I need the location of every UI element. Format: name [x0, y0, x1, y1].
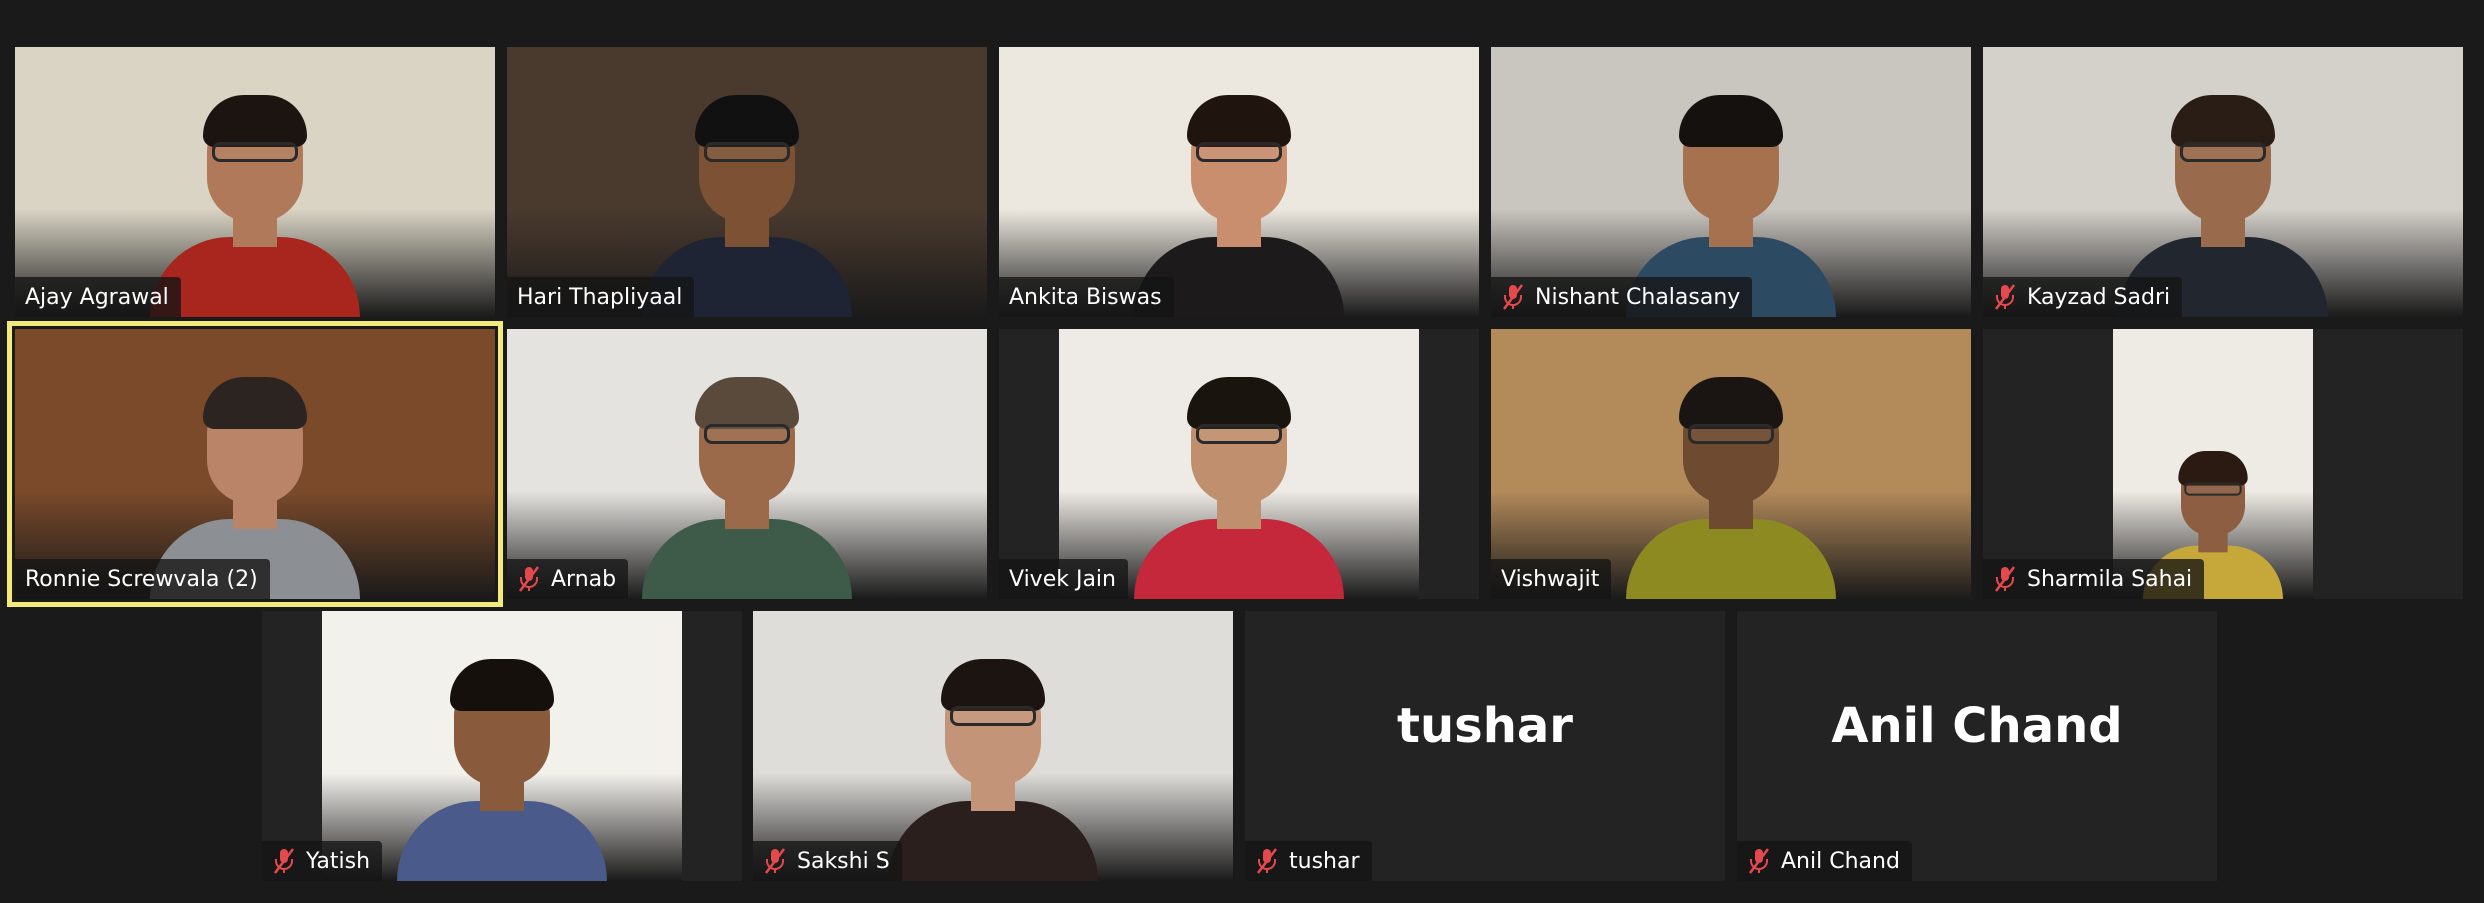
video-off-display-name: tushar — [1397, 698, 1573, 754]
participant-name: Vivek Jain — [1009, 566, 1116, 592]
glasses — [704, 142, 790, 162]
participant-nameplate: Kayzad Sadri — [1983, 277, 2183, 317]
participant-nameplate: Arnab — [507, 559, 629, 599]
participant-name: Ronnie Screwvala (2) — [25, 566, 258, 592]
participant-tile-sakshi-s[interactable]: Sakshi S — [753, 611, 1233, 881]
participant-tile-ajay-agrawal[interactable]: Ajay Agrawal — [15, 47, 495, 317]
participant-name: Ankita Biswas — [1009, 284, 1162, 310]
participant-name: Nishant Chalasany — [1535, 284, 1741, 310]
participant-nameplate: tushar — [1245, 841, 1372, 881]
participant-name: Yatish — [306, 848, 371, 874]
participant-name: Sharmila Sahai — [2027, 566, 2193, 592]
participant-name: Hari Thapliyaal — [517, 284, 683, 310]
participant-name: Vishwajit — [1501, 566, 1600, 592]
participant-person — [150, 87, 360, 317]
glasses — [1196, 142, 1282, 162]
muted-mic-icon — [517, 565, 541, 593]
participant-tile-kayzad-sadri[interactable]: Kayzad Sadri — [1983, 47, 2463, 317]
participant-person — [1134, 369, 1344, 599]
participant-nameplate: Vishwajit — [1491, 559, 1612, 599]
participant-tile-yatish[interactable]: Yatish — [262, 611, 742, 881]
participant-nameplate: Sharmila Sahai — [1983, 559, 2205, 599]
participant-tile-anil-chand[interactable]: Anil Chand Anil Chand — [1737, 611, 2217, 881]
glasses — [950, 706, 1036, 726]
participant-nameplate: Nishant Chalasany — [1491, 277, 1753, 317]
participant-tile-vishwajit[interactable]: Vishwajit — [1491, 329, 1971, 599]
glasses — [2184, 482, 2242, 496]
participant-person — [397, 651, 607, 881]
participant-tile-vivek-jain[interactable]: Vivek Jain — [999, 329, 1479, 599]
muted-mic-icon — [1747, 847, 1771, 875]
participant-nameplate: Ankita Biswas — [999, 277, 1174, 317]
participant-name: Sakshi S — [797, 848, 890, 874]
participant-tile-arnab[interactable]: Arnab — [507, 329, 987, 599]
participant-tile-ronnie-screwvala[interactable]: Ronnie Screwvala (2) — [7, 321, 503, 607]
participant-nameplate: Anil Chand — [1737, 841, 1912, 881]
glasses — [1196, 424, 1282, 444]
participant-tile-tushar[interactable]: tushar tushar — [1245, 611, 1725, 881]
muted-mic-icon — [1255, 847, 1279, 875]
participant-nameplate: Hari Thapliyaal — [507, 277, 695, 317]
muted-mic-icon — [763, 847, 787, 875]
participant-nameplate: Sakshi S — [753, 841, 902, 881]
participant-person — [642, 369, 852, 599]
participant-name: Arnab — [551, 566, 617, 592]
participant-person — [1626, 369, 1836, 599]
glasses — [2180, 142, 2266, 162]
muted-mic-icon — [1993, 283, 2017, 311]
participant-nameplate: Vivek Jain — [999, 559, 1128, 599]
video-off-display-name: Anil Chand — [1831, 698, 2123, 754]
participant-name: Ajay Agrawal — [25, 284, 169, 310]
glasses — [1688, 424, 1774, 444]
participant-person — [888, 651, 1098, 881]
muted-mic-icon — [272, 847, 296, 875]
participant-nameplate: Ronnie Screwvala (2) — [15, 559, 270, 599]
participant-name: Kayzad Sadri — [2027, 284, 2171, 310]
gallery-view: Ajay Agrawal Hari Thapliyaal Ankita Bisw… — [0, 0, 2484, 903]
participant-tile-nishant-chalasany[interactable]: Nishant Chalasany — [1491, 47, 1971, 317]
participant-nameplate: Ajay Agrawal — [15, 277, 181, 317]
participant-tile-ankita-biswas[interactable]: Ankita Biswas — [999, 47, 1479, 317]
participant-tile-hari-thapliyaal[interactable]: Hari Thapliyaal — [507, 47, 987, 317]
glasses — [212, 142, 298, 162]
participant-name: tushar — [1289, 848, 1360, 874]
muted-mic-icon — [1993, 565, 2017, 593]
muted-mic-icon — [1501, 283, 1525, 311]
participant-name: Anil Chand — [1781, 848, 1900, 874]
glasses — [704, 424, 790, 444]
participant-tile-sharmila-sahai[interactable]: Sharmila Sahai — [1983, 329, 2463, 599]
participant-nameplate: Yatish — [262, 841, 383, 881]
